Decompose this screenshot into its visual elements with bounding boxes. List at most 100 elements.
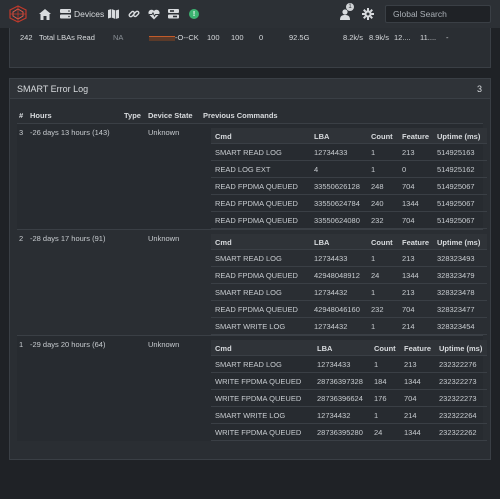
- command-feature: 1344: [402, 271, 419, 280]
- command-cmd: WRITE FPDMA QUEUED: [215, 394, 302, 403]
- error-log-row: 2 -28 days 17 hours (91) Unknown Cmd LBA Coun…: [17, 229, 487, 335]
- heartbeat-icon[interactable]: [148, 6, 160, 22]
- command-cmd: SMART WRITE LOG: [215, 322, 286, 331]
- alert-status-badge[interactable]: !: [189, 6, 199, 22]
- col-device-state: Device State: [148, 111, 193, 120]
- commands-table-header: Cmd LBA Count Feature Uptime (ms): [211, 340, 487, 356]
- command-row: SMART WRITE LOG 12734432 1 214 328323454: [211, 318, 487, 335]
- command-uptime: 232322264: [439, 411, 477, 420]
- command-uptime: 328323477: [437, 305, 475, 314]
- notifications-user-icon[interactable]: 1: [340, 3, 354, 22]
- command-count: 24: [374, 428, 383, 437]
- command-row: READ FPDMA QUEUED 33550626128 248 704 514925…: [211, 178, 487, 195]
- command-uptime: 232322273: [439, 394, 477, 403]
- smart-error-log-panel: SMART Error Log 3 # Hours Type Device St…: [9, 78, 491, 460]
- command-feature: 213: [402, 254, 415, 263]
- command-count: 24: [371, 271, 380, 280]
- command-count: 232: [371, 305, 384, 314]
- attr-flags: -O--CK: [175, 33, 199, 42]
- command-count: 184: [374, 377, 387, 386]
- col-hours: Hours: [30, 111, 52, 120]
- command-feature: 704: [402, 305, 415, 314]
- command-lba: 12734433: [317, 360, 351, 369]
- command-cmd: READ FPDMA QUEUED: [215, 271, 298, 280]
- command-uptime: 514925163: [437, 148, 475, 157]
- command-lba: 28736395280: [317, 428, 363, 437]
- command-count: 232: [371, 216, 384, 225]
- command-cmd: SMART READ LOG: [215, 360, 282, 369]
- attr-id: 242: [20, 33, 33, 42]
- command-lba: 28736396624: [317, 394, 363, 403]
- top-navbar: Devices ! 1: [0, 0, 500, 28]
- smart-attributes-panel: 242 Total LBAs Read NA -O--CK 100 100 0 …: [9, 28, 491, 68]
- attr-worst: 100: [231, 33, 244, 42]
- command-uptime: 328323454: [437, 322, 475, 331]
- panel-count: 3: [476, 84, 482, 94]
- commands-col-count: Count: [371, 238, 393, 247]
- attr-col-c: -: [446, 33, 449, 42]
- nav-devices[interactable]: Devices: [60, 6, 104, 22]
- command-cmd: SMART WRITE LOG: [215, 411, 286, 420]
- command-uptime: 514925067: [437, 216, 475, 225]
- server-icon: [60, 9, 71, 19]
- commands-col-lba: LBA: [317, 344, 333, 353]
- attr-rate1: 8.2k/s: [343, 33, 364, 42]
- app-logo-icon[interactable]: [8, 5, 28, 23]
- command-row: SMART WRITE LOG 12734432 1 214 232322264: [211, 407, 487, 424]
- home-icon[interactable]: [39, 6, 51, 22]
- command-feature: 1344: [402, 199, 419, 208]
- alert-badge-icon: !: [189, 9, 199, 19]
- previous-commands-table: Cmd LBA Count Feature Uptime (ms) SMART READ …: [211, 128, 487, 229]
- command-feature: 214: [402, 322, 415, 331]
- commands-table-header: Cmd LBA Count Feature Uptime (ms): [211, 234, 487, 250]
- map-icon[interactable]: [108, 6, 119, 22]
- commands-col-count: Count: [371, 132, 393, 141]
- command-count: 1: [374, 360, 379, 369]
- attr-sparkline: [149, 36, 175, 41]
- command-uptime: 232322276: [439, 360, 477, 369]
- command-cmd: WRITE FPDMA QUEUED: [215, 428, 302, 437]
- attr-col-b: 11....: [420, 33, 437, 42]
- commands-table-header: Cmd LBA Count Feature Uptime (ms): [211, 128, 487, 144]
- command-uptime: 514925162: [437, 165, 475, 174]
- command-lba: 12734432: [314, 288, 348, 297]
- command-feature: 213: [402, 288, 415, 297]
- command-count: 176: [374, 394, 387, 403]
- command-cmd: SMART READ LOG: [215, 288, 282, 297]
- command-count: 240: [371, 199, 384, 208]
- command-uptime: 232322273: [439, 377, 477, 386]
- commands-col-count: Count: [374, 344, 396, 353]
- command-cmd: READ FPDMA QUEUED: [215, 305, 298, 314]
- command-feature: 214: [404, 411, 417, 420]
- command-count: 248: [371, 182, 384, 191]
- col-type: Type: [124, 111, 141, 120]
- commands-col-feature: Feature: [404, 344, 432, 353]
- settings-toggle-icon[interactable]: [168, 6, 179, 22]
- command-lba: 42948048912: [314, 271, 360, 280]
- error-hours: -26 days 13 hours (143): [30, 128, 110, 137]
- link-icon[interactable]: [128, 6, 140, 22]
- error-device-state: Unknown: [148, 128, 180, 137]
- previous-commands-table: Cmd LBA Count Feature Uptime (ms) SMART READ …: [211, 340, 487, 441]
- command-row: READ FPDMA QUEUED 33550624080 232 704 514925…: [211, 212, 487, 229]
- command-feature: 1344: [404, 428, 421, 437]
- command-lba: 33550624080: [314, 216, 360, 225]
- command-row: SMART READ LOG 12734433 1 213 232322276: [211, 356, 487, 373]
- command-feature: 213: [404, 360, 417, 369]
- attr-raw: 92.5G: [289, 33, 310, 42]
- previous-commands-table: Cmd LBA Count Feature Uptime (ms) SMART READ …: [211, 234, 487, 335]
- command-cmd: READ FPDMA QUEUED: [215, 182, 298, 191]
- error-hours: -29 days 20 hours (64): [30, 340, 106, 349]
- command-row: SMART READ LOG 12734432 1 213 328323478: [211, 284, 487, 301]
- command-count: 1: [371, 288, 376, 297]
- gear-icon[interactable]: [362, 6, 374, 22]
- command-cmd: SMART READ LOG: [215, 254, 282, 263]
- command-row: WRITE FPDMA QUEUED 28736396624 176 704 23232…: [211, 390, 487, 407]
- global-search-input[interactable]: [385, 5, 491, 23]
- commands-col-uptime: Uptime (ms): [437, 238, 481, 247]
- panel-title: SMART Error Log: [17, 84, 89, 94]
- commands-col-feature: Feature: [402, 238, 430, 247]
- command-cmd: READ FPDMA QUEUED: [215, 216, 298, 225]
- attr-value: 100: [207, 33, 220, 42]
- command-lba: 33550626128: [314, 182, 360, 191]
